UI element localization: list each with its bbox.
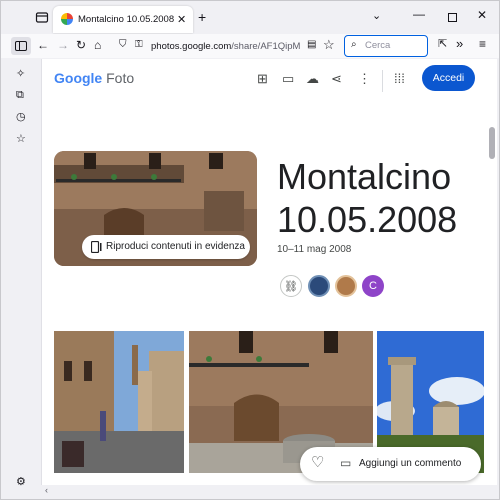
tab-close-icon[interactable]: ✕ [177, 13, 186, 26]
sidebar-toggle-button[interactable] [11, 37, 31, 55]
comment-icon: ▭ [340, 456, 352, 470]
page-content: Google Foto ⊞ ▭ ☁ ⋖ ⋮ ⁞⁞⁞ Accedi Riprodu… [41, 59, 497, 485]
window-close-icon[interactable]: ✕ [477, 8, 487, 22]
new-tab-button[interactable]: + [198, 9, 206, 25]
avatar-3[interactable]: C [362, 275, 384, 297]
tracking-shield-icon[interactable]: ⛉ [119, 39, 127, 50]
video-icon [91, 241, 102, 253]
copy-link-button[interactable]: ⛓ [280, 275, 302, 297]
bookmarks-star-icon[interactable]: ☆ [16, 132, 26, 145]
tab-overview-icon[interactable] [35, 10, 49, 24]
google-photos-favicon-icon [61, 13, 73, 25]
more-options-icon[interactable]: ⋮ [358, 71, 371, 87]
home-icon[interactable]: ⌂ [94, 38, 101, 52]
back-icon[interactable]: ← [37, 38, 49, 52]
tab-active[interactable]: Montalcino 10.05.2008 - Google Foto ✕ [53, 6, 193, 33]
tab-list-chevron-icon[interactable]: ⌄ [372, 9, 381, 22]
featured-photo[interactable]: Riproduci contenuti in evidenza [54, 151, 257, 266]
search-icon: ⌕ [351, 39, 357, 50]
search-placeholder: Cerca [365, 40, 391, 51]
photo-street-image [54, 331, 184, 473]
vertical-scrollbar[interactable] [487, 99, 496, 485]
logo-foto: Foto [106, 70, 135, 86]
sidebar-settings-gear-icon[interactable]: ⚙ [16, 475, 26, 488]
navigation-toolbar: ← → ↻ ⌂ ⛉ ⚿ photos.google.com/share/AF1Q… [1, 34, 499, 58]
search-input[interactable]: ⌕ Cerca [344, 35, 428, 57]
album-date-range: 10–11 mag 2008 [277, 244, 352, 255]
url-text[interactable]: photos.google.com/share/AF1QipMK1Z [151, 41, 301, 52]
toolbar-divider [382, 70, 383, 92]
synced-tabs-icon[interactable]: ⧉ [16, 89, 24, 102]
ai-sparkle-icon[interactable]: ✧ [16, 67, 25, 80]
scroll-thumb[interactable] [489, 127, 495, 159]
bookmark-star-icon[interactable]: ☆ [323, 37, 335, 53]
maximize-icon[interactable] [448, 13, 457, 22]
add-comment-label: Aggiungi un commento [359, 458, 462, 469]
google-photos-logo[interactable]: Google Foto [54, 70, 134, 86]
add-comment-button[interactable]: ▭ Aggiungi un commento [336, 447, 476, 481]
url-bar[interactable]: ⛉ ⚿ photos.google.com/share/AF1QipMK1Z ▤… [111, 36, 339, 56]
scroll-left-icon[interactable]: ‹ [45, 485, 48, 495]
horizontal-scrollbar[interactable]: ‹ [41, 485, 497, 499]
logo-google: Google [54, 70, 103, 86]
extensions-icon[interactable]: ⇱ [438, 37, 447, 50]
like-heart-icon[interactable]: ♡ [311, 453, 324, 471]
apps-grid-icon[interactable]: ⁞⁞⁞ [394, 71, 405, 86]
reload-icon[interactable]: ↻ [76, 38, 86, 52]
sidebar-icon [15, 41, 27, 51]
minimize-icon[interactable]: — [413, 7, 425, 21]
hamburger-menu-icon[interactable]: ≡ [479, 37, 486, 51]
photo-street[interactable] [54, 331, 184, 473]
add-to-album-icon[interactable]: ⊞ [257, 71, 268, 87]
link-icon: ⛓ [284, 280, 298, 293]
avatar-1[interactable] [308, 275, 330, 297]
avatar-2[interactable] [335, 275, 357, 297]
tab-title: Montalcino 10.05.2008 - Google Foto [78, 14, 176, 25]
play-highlights-label: Riproduci contenuti in evidenza [106, 241, 245, 252]
history-icon[interactable]: ◷ [16, 110, 26, 123]
overflow-chevron-icon[interactable]: » [456, 36, 463, 51]
login-button[interactable]: Accedi [422, 65, 475, 91]
share-icon[interactable]: ⋖ [331, 71, 342, 87]
tab-strip: Montalcino 10.05.2008 - Google Foto ✕ + … [1, 1, 499, 34]
forward-icon[interactable]: → [57, 38, 69, 52]
download-icon[interactable]: ☁ [306, 71, 319, 87]
slideshow-icon[interactable]: ▭ [282, 71, 294, 87]
reader-view-icon[interactable]: ▤ [307, 39, 316, 50]
album-title: Montalcino 10.05.2008 [277, 156, 458, 240]
browser-window: Montalcino 10.05.2008 - Google Foto ✕ + … [0, 0, 500, 500]
play-highlights-button[interactable]: Riproduci contenuti in evidenza [82, 235, 250, 259]
comment-bar: ♡ ▭ Aggiungi un commento [300, 447, 481, 481]
site-info-icon[interactable]: ⚿ [135, 39, 143, 50]
